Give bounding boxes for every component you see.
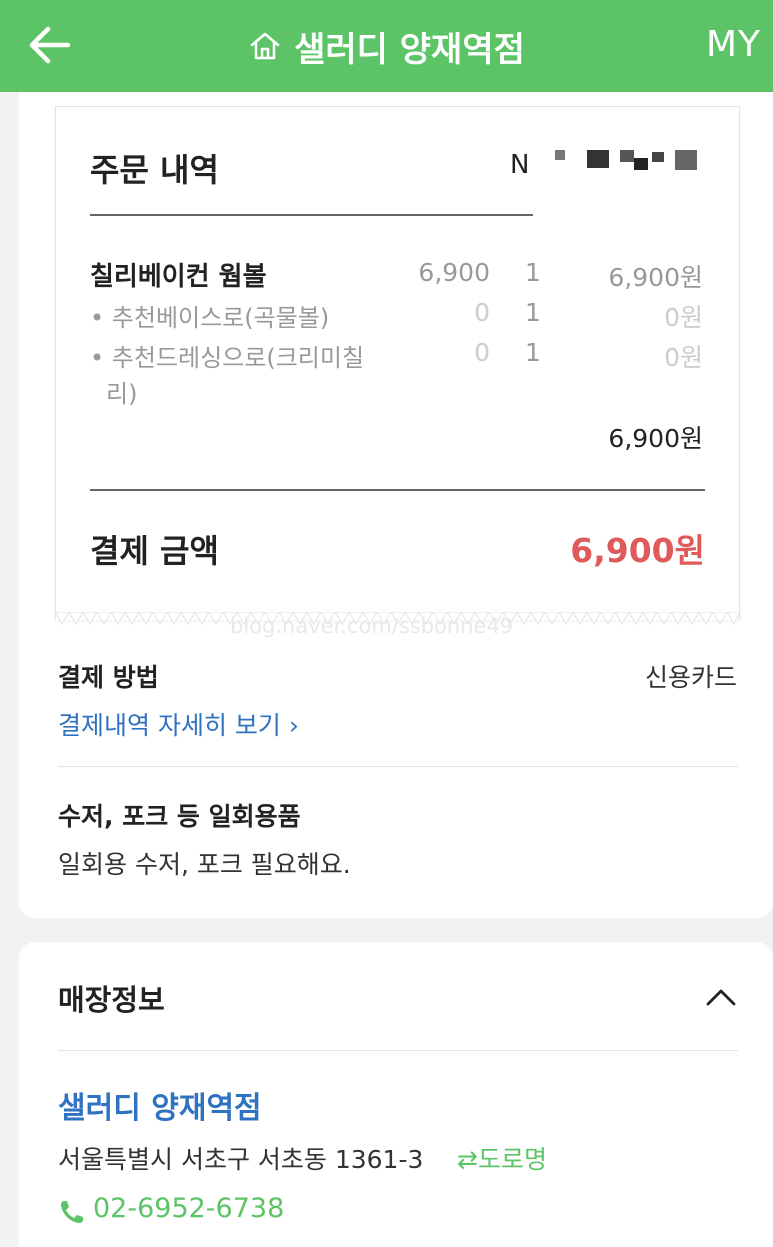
utensils-value: 일회용 수저, 포크 필요해요. <box>58 850 351 879</box>
option-price: 0 <box>474 338 490 367</box>
utensils-label: 수저, 포크 등 일회용품 <box>58 802 301 831</box>
payment-detail-link[interactable]: 결제내역 자세히 보기 › <box>58 706 299 742</box>
order-history-title: 주문 내역 <box>90 151 219 189</box>
menu-item-price: 6,900 <box>418 258 490 287</box>
section-divider <box>58 1050 738 1051</box>
option-name: • 추천드레싱으로(크리미칠 <box>90 344 365 372</box>
option-name: • 추천베이스로(곡물볼) <box>90 304 330 332</box>
subtotal: 6,900원 <box>608 424 703 453</box>
store-title: 샐러디 양재역점 <box>294 29 525 70</box>
chevron-up-icon[interactable] <box>703 982 739 1012</box>
menu-item-total: 6,900원 <box>608 263 703 292</box>
store-address: 서울특별시 서초구 서초동 1361-3 <box>58 1145 424 1174</box>
option-total: 0원 <box>664 303 703 332</box>
option-total: 0원 <box>664 343 703 372</box>
order-number: N <box>510 150 530 180</box>
receipt-divider <box>90 489 705 491</box>
store-phone-link[interactable]: 02-6952-6738 <box>93 1193 284 1224</box>
payment-method-label: 결제 방법 <box>58 663 159 692</box>
payment-amount-value: 6,900원 <box>570 531 705 570</box>
top-bar: 샐러디 양재역점 MY <box>0 0 773 92</box>
road-address-toggle[interactable]: ⇄도로명 <box>457 1140 547 1176</box>
menu-item-name: 칠리베이컨 웜볼 <box>90 262 267 292</box>
payment-amount-label: 결제 금액 <box>90 532 219 570</box>
blog-watermark: blog.naver.com/ssbonne49 <box>230 614 514 638</box>
my-page-button[interactable]: MY <box>706 24 761 65</box>
receipt-divider <box>90 214 533 216</box>
phone-icon <box>61 1201 83 1223</box>
home-icon <box>250 32 280 60</box>
header-title-group: 샐러디 양재역점 <box>0 0 773 92</box>
store-info-title: 매장정보 <box>58 983 165 1017</box>
section-divider <box>58 766 738 767</box>
payment-method-value: 신용카드 <box>644 663 737 692</box>
option-price: 0 <box>474 298 490 327</box>
option-name-continued: 리) <box>106 380 138 408</box>
store-name-link[interactable]: 샐러디 양재역점 <box>58 1083 262 1127</box>
